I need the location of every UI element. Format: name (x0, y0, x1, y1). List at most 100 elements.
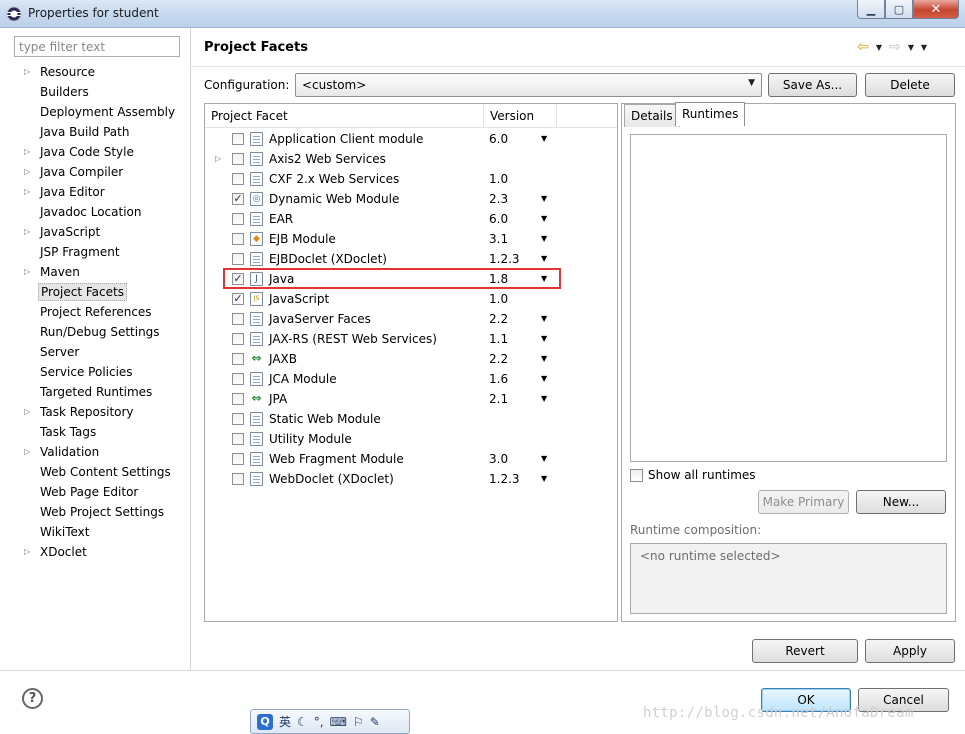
tree-item[interactable]: Javadoc Location (5, 202, 191, 222)
expand-arrow-icon[interactable]: ▷ (215, 149, 221, 169)
facet-checkbox[interactable] (232, 353, 244, 365)
table-row[interactable]: JCA Module 1.6 ▼ (205, 369, 617, 389)
apply-button[interactable]: Apply (865, 639, 955, 663)
wrench-icon[interactable]: ✎ (370, 715, 380, 729)
expand-arrow-icon[interactable]: ▷ (24, 222, 30, 242)
table-row[interactable]: CXF 2.x Web Services 1.0 (205, 169, 617, 189)
revert-button[interactable]: Revert (752, 639, 858, 663)
symbol-icon[interactable]: ⚐ (353, 715, 364, 729)
version-dropdown-icon[interactable]: ▼ (541, 189, 547, 209)
table-row[interactable]: ✓ JS JavaScript 1.0 (205, 289, 617, 309)
punctuation-icon[interactable]: °, (314, 715, 324, 729)
table-row[interactable]: Application Client module 6.0 ▼ (205, 129, 617, 149)
version-dropdown-icon[interactable]: ▼ (541, 389, 547, 409)
tree-item[interactable]: ▷ Task Repository (5, 402, 191, 422)
facet-checkbox[interactable] (232, 153, 244, 165)
facet-checkbox[interactable]: ✓ (232, 193, 244, 205)
version-dropdown-icon[interactable]: ▼ (541, 249, 547, 269)
tree-item[interactable]: Task Tags (5, 422, 191, 442)
expand-arrow-icon[interactable]: ▷ (24, 162, 30, 182)
version-dropdown-icon[interactable]: ▼ (541, 209, 547, 229)
table-row[interactable]: Utility Module (205, 429, 617, 449)
facet-version[interactable]: 1.0 (489, 169, 508, 189)
version-dropdown-icon[interactable]: ▼ (541, 329, 547, 349)
tree-item[interactable]: ▷ Resource (5, 62, 191, 82)
facet-version[interactable]: 2.3 (489, 189, 508, 209)
save-as-button[interactable]: Save As... (768, 73, 857, 97)
tree-item[interactable]: ▷ Java Editor (5, 182, 191, 202)
tree-item[interactable]: Java Build Path (5, 122, 191, 142)
tree-item[interactable]: ▷ Java Compiler (5, 162, 191, 182)
version-dropdown-icon[interactable]: ▼ (541, 349, 547, 369)
facet-version[interactable]: 1.0 (489, 289, 508, 309)
facet-version[interactable]: 3.1 (489, 229, 508, 249)
runtime-list[interactable] (630, 134, 947, 462)
version-dropdown-icon[interactable]: ▼ (541, 469, 547, 489)
facet-checkbox[interactable] (232, 213, 244, 225)
keyboard-icon[interactable]: ⌨ (330, 715, 347, 729)
table-row[interactable]: ⇔ JPA 2.1 ▼ (205, 389, 617, 409)
tree-item[interactable]: Web Page Editor (5, 482, 191, 502)
tree-item[interactable]: Web Content Settings (5, 462, 191, 482)
tree-item[interactable]: Run/Debug Settings (5, 322, 191, 342)
facet-version[interactable]: 1.2.3 (489, 249, 520, 269)
facet-checkbox[interactable] (232, 333, 244, 345)
version-dropdown-icon[interactable]: ▼ (541, 449, 547, 469)
expand-arrow-icon[interactable]: ▷ (24, 542, 30, 562)
table-row[interactable]: Web Fragment Module 3.0 ▼ (205, 449, 617, 469)
expand-arrow-icon[interactable]: ▷ (24, 142, 30, 162)
version-dropdown-icon[interactable]: ▼ (541, 129, 547, 149)
facet-checkbox[interactable] (232, 433, 244, 445)
tab-details[interactable]: Details (624, 104, 680, 127)
table-row[interactable]: Static Web Module (205, 409, 617, 429)
facet-checkbox[interactable] (232, 133, 244, 145)
facet-checkbox[interactable] (232, 253, 244, 265)
table-row[interactable]: JAX-RS (REST Web Services) 1.1 ▼ (205, 329, 617, 349)
expand-arrow-icon[interactable]: ▷ (24, 182, 30, 202)
facet-checkbox[interactable] (232, 473, 244, 485)
tree-item[interactable]: Server (5, 342, 191, 362)
facet-checkbox[interactable] (232, 233, 244, 245)
expand-arrow-icon[interactable]: ▷ (24, 262, 30, 282)
back-dropdown-icon[interactable]: ▼ (874, 43, 884, 52)
expand-arrow-icon[interactable]: ▷ (24, 442, 30, 462)
table-row[interactable]: ✓ ◎ Dynamic Web Module 2.3 ▼ (205, 189, 617, 209)
facet-checkbox[interactable] (232, 173, 244, 185)
tree-item[interactable]: ▷ Java Code Style (5, 142, 191, 162)
tree-item[interactable]: ▷ JavaScript (5, 222, 191, 242)
version-dropdown-icon[interactable]: ▼ (541, 229, 547, 249)
facet-version[interactable]: 6.0 (489, 209, 508, 229)
tree-item[interactable]: Web Project Settings (5, 502, 191, 522)
ime-language-toggle[interactable]: 英 (279, 713, 291, 730)
facet-version[interactable]: 6.0 (489, 129, 508, 149)
facet-checkbox[interactable]: ✓ (232, 293, 244, 305)
tree-item[interactable]: Builders (5, 82, 191, 102)
forward-dropdown-icon[interactable]: ▼ (906, 43, 916, 52)
facet-version[interactable]: 1.2.3 (489, 469, 520, 489)
help-icon[interactable]: ? (22, 688, 43, 709)
expand-arrow-icon[interactable]: ▷ (24, 402, 30, 422)
tree-item[interactable]: Project Facets (5, 282, 191, 302)
tree-item[interactable]: Targeted Runtimes (5, 382, 191, 402)
new-runtime-button[interactable]: New... (856, 490, 946, 514)
tree-item[interactable]: ▷ Maven (5, 262, 191, 282)
table-row[interactable]: ◆ EJB Module 3.1 ▼ (205, 229, 617, 249)
tree-item[interactable]: Deployment Assembly (5, 102, 191, 122)
configuration-select[interactable]: <custom> ▼ (295, 73, 762, 97)
tree-item[interactable]: Service Policies (5, 362, 191, 382)
tree-item[interactable]: Project References (5, 302, 191, 322)
facet-version[interactable]: 2.2 (489, 349, 508, 369)
tab-runtimes[interactable]: Runtimes (675, 102, 746, 126)
back-arrow-icon[interactable]: ⇦ (855, 39, 871, 55)
expand-arrow-icon[interactable]: ▷ (24, 62, 30, 82)
version-dropdown-icon[interactable]: ▼ (541, 309, 547, 329)
table-row[interactable]: ⇔ JAXB 2.2 ▼ (205, 349, 617, 369)
facet-version[interactable]: 2.1 (489, 389, 508, 409)
table-row[interactable]: EJBDoclet (XDoclet) 1.2.3 ▼ (205, 249, 617, 269)
make-primary-button[interactable]: Make Primary (758, 490, 849, 514)
delete-button[interactable]: Delete (865, 73, 955, 97)
table-row[interactable]: JavaServer Faces 2.2 ▼ (205, 309, 617, 329)
version-dropdown-icon[interactable]: ▼ (541, 369, 547, 389)
facet-checkbox[interactable] (232, 393, 244, 405)
filter-input[interactable] (14, 36, 180, 57)
